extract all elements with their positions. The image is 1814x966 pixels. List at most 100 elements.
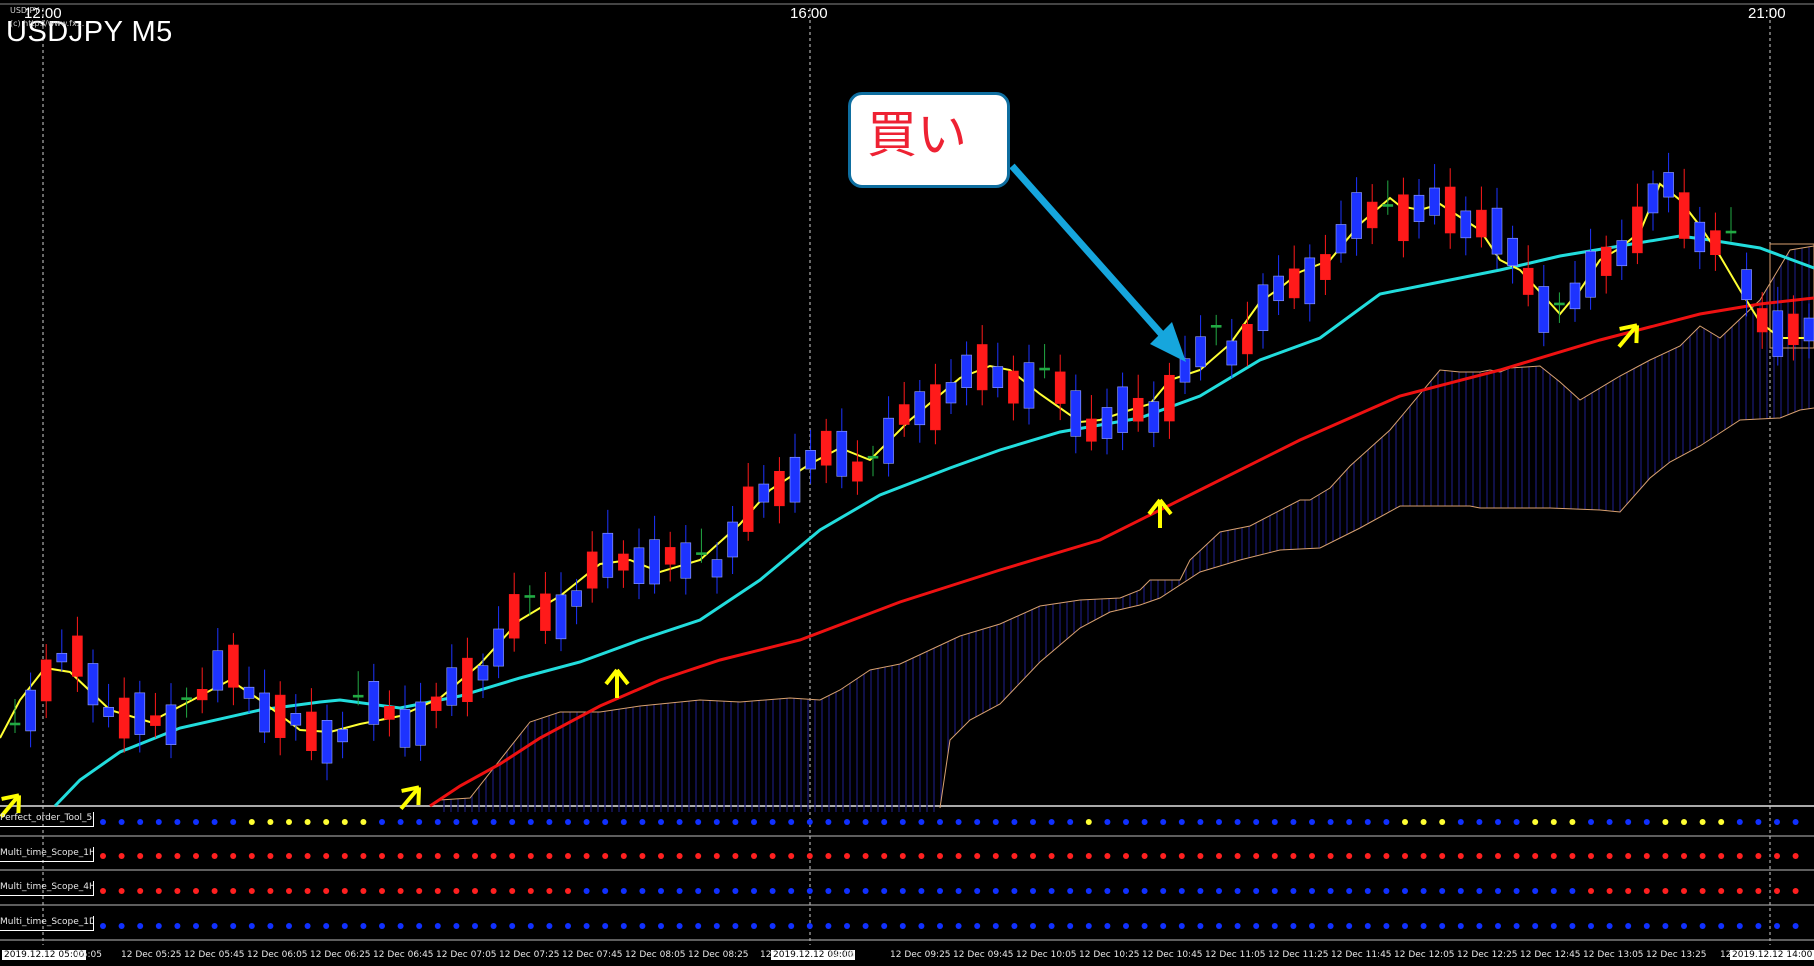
indicator-dot	[453, 888, 460, 894]
indicator-dot	[118, 853, 125, 859]
candle-body	[9, 722, 21, 726]
indicator-dot	[602, 853, 609, 859]
candle-body	[40, 659, 52, 702]
indicator-dot	[1792, 819, 1799, 825]
time-axis-start: 2019.12.12 05:00	[2, 950, 87, 960]
candle-body	[1694, 221, 1706, 253]
candle-body	[1101, 407, 1113, 439]
candle-body	[1366, 201, 1378, 229]
indicator-dot	[1123, 888, 1129, 894]
indicator-label-scope-4h[interactable]: Multi_time_Scope_4H	[0, 881, 94, 896]
indicator-dot	[1643, 923, 1650, 929]
indicator-dot	[1588, 888, 1594, 894]
indicator-dot	[546, 819, 553, 825]
indicator-dot	[751, 819, 757, 825]
candle-body	[742, 486, 754, 532]
indicator-dot	[1532, 853, 1539, 859]
indicator-dot	[1383, 819, 1390, 825]
indicator-dot	[1067, 853, 1074, 859]
indicator-dot	[1476, 853, 1483, 859]
indicator-dot	[1495, 888, 1501, 894]
indicator-dot	[193, 923, 199, 929]
indicator-dot	[1048, 923, 1055, 929]
indicator-dot	[565, 888, 571, 894]
candle-body	[1476, 209, 1487, 238]
candle-body	[586, 551, 598, 589]
indicator-dot	[1681, 888, 1687, 894]
indicator-dot	[416, 888, 423, 894]
indicator-dot	[1327, 819, 1334, 825]
indicator-dot	[1234, 888, 1241, 894]
time-axis-label: 12 Dec 07:45	[562, 950, 623, 960]
indicator-dot	[1457, 923, 1464, 929]
candle-body	[212, 650, 224, 691]
indicator-dot	[1309, 888, 1315, 894]
indicator-dot	[1290, 923, 1297, 929]
candle-body	[1647, 183, 1659, 214]
candle-body	[165, 704, 177, 745]
indicator-dot	[881, 888, 888, 894]
indicator-label-scope-1d[interactable]: Multi_time_Scope_1D	[0, 916, 94, 931]
indicator-dot	[304, 853, 311, 859]
indicator-dot	[1755, 819, 1762, 825]
time-axis-label: 12 Dec 12:05	[1394, 950, 1455, 960]
indicator-dot	[1736, 853, 1743, 859]
indicator-dot	[1792, 853, 1799, 859]
indicator-dot	[658, 923, 664, 929]
indicator-label-perfect-order[interactable]: Perfect_order_Tool_5M	[0, 812, 94, 827]
indicator-dot	[1774, 819, 1780, 825]
indicator-dot	[323, 923, 330, 929]
candle-body	[1756, 308, 1768, 333]
indicator-dot	[918, 819, 925, 825]
indicator-dot	[1699, 853, 1706, 859]
indicator-dot	[1346, 888, 1353, 894]
indicator-dot	[881, 819, 888, 825]
time-axis-label: 12 Dec 06:25	[310, 950, 371, 960]
indicator-dot	[379, 853, 385, 859]
indicator-dot	[1681, 923, 1687, 929]
indicator-dot	[620, 888, 627, 894]
indicator-dot	[1309, 923, 1315, 929]
indicator-dot	[1234, 819, 1241, 825]
time-axis-end: 2019.12.12 14:00	[1730, 950, 1814, 960]
indicator-dot	[713, 819, 720, 825]
indicator-dot	[472, 888, 478, 894]
candle-body	[540, 593, 551, 631]
indicator-dot	[546, 923, 553, 929]
indicator-dot	[1160, 923, 1167, 929]
indicator-dot	[974, 923, 981, 929]
indicator-dot	[583, 923, 590, 929]
indicator-dot	[1736, 923, 1743, 929]
indicator-dot	[193, 853, 199, 859]
indicator-dot	[1718, 923, 1725, 929]
candle-body	[852, 461, 863, 482]
indicator-label-scope-1h[interactable]: Multi_time_Scope_1H	[0, 847, 94, 862]
indicator-dot	[1439, 819, 1446, 825]
indicator-dot	[1309, 819, 1315, 825]
indicator-dot	[899, 853, 906, 859]
indicator-dot	[1606, 853, 1613, 859]
candle-body	[789, 456, 801, 503]
indicator-dot	[490, 923, 497, 929]
indicator-dot	[1048, 819, 1055, 825]
candle-body	[1710, 230, 1721, 256]
time-axis-label: 12	[1720, 950, 1732, 960]
indicator-dot	[1402, 853, 1408, 859]
candle-body	[477, 665, 489, 681]
indicator-dot	[1160, 853, 1167, 859]
indicator-dot	[286, 819, 292, 825]
indicator-dot	[1271, 819, 1278, 825]
indicator-dot	[1513, 853, 1520, 859]
indicator-dot	[974, 853, 981, 859]
candle-body	[415, 701, 426, 746]
candle-body	[1226, 340, 1238, 366]
indicator-dot	[1085, 819, 1092, 825]
indicator-dot	[1048, 853, 1055, 859]
indicator-dot	[1030, 923, 1036, 929]
candle-body	[1023, 362, 1035, 409]
time-axis-label: 12 Dec 07:25	[499, 950, 560, 960]
indicator-dot	[155, 923, 162, 929]
time-axis-label: 12 Dec 11:45	[1331, 950, 1392, 960]
indicator-dot	[1216, 923, 1222, 929]
indicator-dot	[453, 923, 460, 929]
